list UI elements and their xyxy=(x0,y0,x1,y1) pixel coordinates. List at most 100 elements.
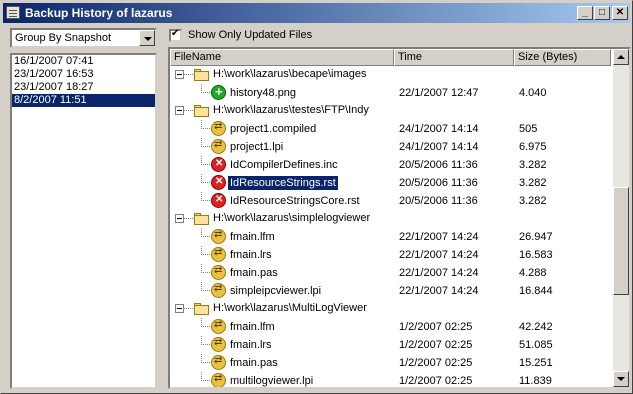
collapse-icon[interactable] xyxy=(175,70,184,79)
folder-path: H:\work\lazarus\simplelogviewer xyxy=(213,212,371,224)
tree-connector xyxy=(201,362,210,363)
file-row[interactable]: fmain.lfm 1/2/2007 02:25 42.242 xyxy=(170,318,611,336)
modified-file-icon xyxy=(211,139,226,154)
tree-connector xyxy=(201,128,210,129)
file-row[interactable]: multilogviewer.lpi 1/2/2007 02:25 11.839 xyxy=(170,372,611,387)
modified-file-icon xyxy=(211,121,226,136)
folder-path: H:\work\lazarus\becape\images xyxy=(213,68,367,80)
tree-connector xyxy=(201,92,210,93)
close-button[interactable]: ✕ xyxy=(612,6,628,20)
collapse-icon[interactable] xyxy=(175,214,184,223)
file-name: simpleipcviewer.lpi xyxy=(230,285,322,297)
minimize-button[interactable]: _ xyxy=(577,6,593,20)
vertical-scrollbar[interactable] xyxy=(613,49,629,387)
modified-file-icon xyxy=(211,265,226,280)
modified-file-icon xyxy=(211,319,226,334)
file-size: 51.085 xyxy=(519,339,553,351)
file-row[interactable]: fmain.pas 1/2/2007 02:25 15.251 xyxy=(170,354,611,372)
tree-connector xyxy=(201,146,210,147)
file-row[interactable]: IdResourceStringsCore.rst 20/5/2006 11:36… xyxy=(170,192,611,210)
file-name: fmain.pas xyxy=(230,357,278,369)
file-row[interactable]: IdCompilerDefines.inc 20/5/2006 11:36 3.28… xyxy=(170,156,611,174)
column-header-filename[interactable]: FileName xyxy=(170,49,394,66)
file-time: 1/2/2007 02:25 xyxy=(399,339,473,351)
file-size: 505 xyxy=(519,123,538,135)
folder-row[interactable]: H:\work\lazarus\becape\images xyxy=(170,66,611,84)
file-name: fmain.pas xyxy=(230,267,278,279)
file-name: multilogviewer.lpi xyxy=(230,375,314,387)
tree-connector xyxy=(201,326,210,327)
folder-row[interactable]: H:\work\lazarus\simplelogviewer xyxy=(170,210,611,228)
file-name: history48.png xyxy=(230,87,297,99)
tree-connector xyxy=(201,254,210,255)
file-time: 24/1/2007 14:14 xyxy=(399,123,479,135)
folder-row[interactable]: H:\work\lazarus\MultiLogViewer xyxy=(170,300,611,318)
file-row[interactable]: project1.lpi 24/1/2007 14:14 6.975 xyxy=(170,138,611,156)
file-size: 3.282 xyxy=(519,177,547,189)
folder-icon xyxy=(194,69,209,81)
modified-file-icon xyxy=(211,283,226,298)
show-only-updated-checkbox[interactable] xyxy=(169,28,182,42)
file-size: 26.947 xyxy=(519,231,553,243)
column-header-time[interactable]: Time xyxy=(394,49,514,66)
show-only-updated-filter[interactable]: Show Only Updated Files xyxy=(168,27,468,45)
tree-connector xyxy=(201,380,210,381)
file-name: IdCompilerDefines.inc xyxy=(230,159,338,171)
file-row[interactable]: fmain.lfm 22/1/2007 14:24 26.947 xyxy=(170,228,611,246)
file-time: 22/1/2007 14:24 xyxy=(399,249,479,261)
collapse-icon[interactable] xyxy=(175,106,184,115)
show-only-updated-label[interactable]: Show Only Updated Files xyxy=(188,29,312,41)
deleted-file-icon xyxy=(211,175,226,190)
tree-connector xyxy=(201,164,210,165)
file-time: 20/5/2006 11:36 xyxy=(399,159,478,171)
maximize-button[interactable]: □ xyxy=(594,6,610,20)
scroll-up-arrow-icon[interactable] xyxy=(613,49,629,65)
file-name: project1.lpi xyxy=(230,141,284,153)
tree-connector xyxy=(184,308,193,309)
tree-connector xyxy=(201,200,210,201)
scroll-thumb[interactable] xyxy=(613,187,629,295)
folder-path: H:\work\lazarus\testes\FTP\Indy xyxy=(213,104,369,116)
file-name: IdResourceStrings.rst xyxy=(228,176,338,190)
folder-icon xyxy=(194,105,209,117)
snapshot-item[interactable]: 16/1/2007 07:41 xyxy=(12,55,155,68)
group-by-select[interactable]: Group By Snapshot xyxy=(10,28,157,48)
snapshot-item[interactable]: 8/2/2007 11:51 xyxy=(12,94,155,107)
tree-connector xyxy=(201,290,210,291)
file-row[interactable]: fmain.lrs 1/2/2007 02:25 51.085 xyxy=(170,336,611,354)
file-size: 16.583 xyxy=(519,249,553,261)
tree-connector xyxy=(201,344,210,345)
title-bar[interactable]: Backup History of lazarus _ □ ✕ xyxy=(3,3,630,23)
folder-path: H:\work\lazarus\MultiLogViewer xyxy=(213,302,367,314)
file-row[interactable]: fmain.lrs 22/1/2007 14:24 16.583 xyxy=(170,246,611,264)
snapshot-item[interactable]: 23/1/2007 16:53 xyxy=(12,68,155,81)
dropdown-arrow-icon[interactable] xyxy=(139,30,155,46)
file-tree-view[interactable]: FileName Time Size (Bytes) H:\work\lazar… xyxy=(168,47,631,389)
scroll-down-arrow-icon[interactable] xyxy=(613,371,629,387)
file-row[interactable]: IdResourceStrings.rst 20/5/2006 11:36 3.28… xyxy=(170,174,611,192)
tree-connector xyxy=(184,218,193,219)
file-size: 4.040 xyxy=(519,87,547,99)
file-size: 3.282 xyxy=(519,195,547,207)
file-time: 22/1/2007 12:47 xyxy=(399,87,479,99)
folder-row[interactable]: H:\work\lazarus\testes\FTP\Indy xyxy=(170,102,611,120)
file-row[interactable]: project1.compiled 24/1/2007 14:14 505 xyxy=(170,120,611,138)
file-time: 24/1/2007 14:14 xyxy=(399,141,479,153)
snapshot-item[interactable]: 23/1/2007 18:27 xyxy=(12,81,155,94)
tree-connector xyxy=(201,272,210,273)
file-row[interactable]: simpleipcviewer.lpi 22/1/2007 14:24 16.844 xyxy=(170,282,611,300)
column-header-size[interactable]: Size (Bytes) xyxy=(514,49,611,66)
file-row[interactable]: history48.png 22/1/2007 12:47 4.040 xyxy=(170,84,611,102)
modified-file-icon xyxy=(211,247,226,262)
file-name: IdResourceStringsCore.rst xyxy=(230,195,360,207)
file-time: 22/1/2007 14:24 xyxy=(399,285,479,297)
window-title: Backup History of lazarus xyxy=(25,6,173,20)
snapshot-list[interactable]: 16/1/2007 07:41 23/1/2007 16:53 23/1/2007 … xyxy=(10,53,157,389)
tree-connector xyxy=(201,182,210,183)
collapse-icon[interactable] xyxy=(175,304,184,313)
pane-splitter[interactable] xyxy=(160,27,165,390)
app-icon xyxy=(6,6,20,19)
deleted-file-icon xyxy=(211,157,226,172)
file-row[interactable]: fmain.pas 22/1/2007 14:24 4.288 xyxy=(170,264,611,282)
folder-icon xyxy=(194,303,209,315)
